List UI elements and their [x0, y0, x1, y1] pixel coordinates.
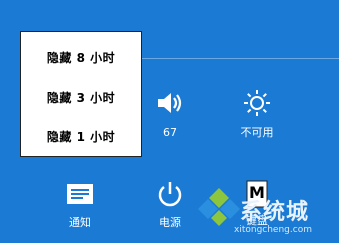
- snooze-1-hour-item[interactable]: 隐藏 1 小时: [21, 128, 141, 145]
- snooze-menu: 隐藏 8 小时 隐藏 3 小时 隐藏 1 小时: [20, 31, 142, 157]
- speaker-icon: [158, 93, 182, 113]
- notifications-tile[interactable]: 通知: [45, 182, 115, 229]
- sun-icon: [244, 90, 270, 116]
- power-icon: [158, 182, 182, 207]
- site-logo-icon: [198, 188, 240, 226]
- notifications-icon: [67, 184, 93, 204]
- volume-tile[interactable]: 67: [135, 88, 205, 139]
- brightness-tile[interactable]: 不可用: [222, 88, 292, 139]
- volume-value: 67: [163, 126, 177, 139]
- notifications-label: 通知: [69, 216, 91, 229]
- power-tile[interactable]: 电源: [135, 179, 205, 229]
- watermark-brand: 系统城: [240, 200, 310, 225]
- panel-divider: [140, 58, 339, 59]
- watermark-url: xitongcheng.com: [234, 225, 312, 235]
- brightness-value: 不可用: [240, 126, 274, 139]
- power-label: 电源: [159, 216, 181, 229]
- snooze-3-hours-item[interactable]: 隐藏 3 小时: [21, 89, 141, 106]
- snooze-8-hours-item[interactable]: 隐藏 8 小时: [21, 49, 141, 66]
